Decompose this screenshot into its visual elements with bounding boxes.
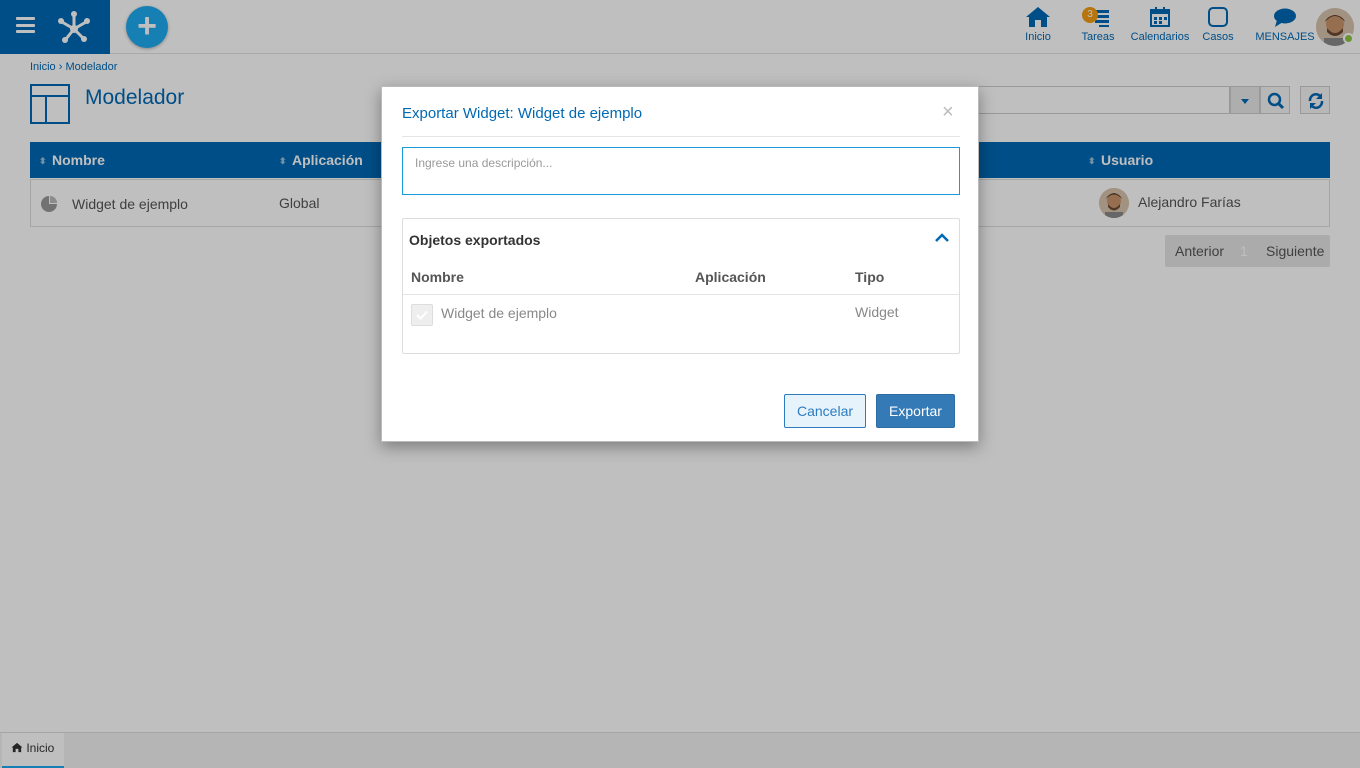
dialog-title: Exportar Widget: Widget de ejemplo (402, 105, 643, 122)
export-object-checkbox[interactable] (411, 304, 433, 326)
exported-objects-panel: Objetos exportados Nombre Aplicación Tip… (402, 218, 960, 354)
export-button[interactable]: Exportar (876, 394, 955, 428)
close-icon[interactable]: × (942, 101, 954, 124)
object-nombre: Widget de ejemplo (441, 305, 557, 321)
description-input[interactable] (402, 147, 960, 195)
column-header-tipo: Tipo (855, 269, 885, 285)
chevron-up-icon[interactable] (935, 233, 949, 243)
column-header-nombre: Nombre (411, 269, 464, 285)
divider (403, 294, 959, 295)
divider (402, 136, 960, 137)
column-header-aplicacion: Aplicación (695, 269, 766, 285)
panel-title: Objetos exportados (409, 232, 541, 248)
check-icon (416, 310, 428, 320)
cancel-button[interactable]: Cancelar (784, 394, 866, 428)
export-widget-dialog: Exportar Widget: Widget de ejemplo × Obj… (381, 86, 979, 442)
object-tipo: Widget (855, 304, 899, 320)
